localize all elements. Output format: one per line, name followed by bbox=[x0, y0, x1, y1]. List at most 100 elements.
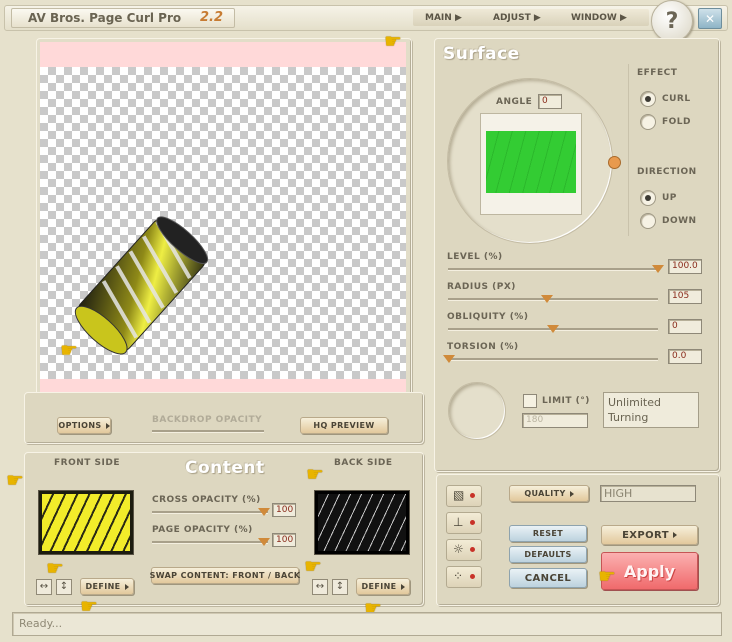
radius-label: RADIUS (PX) bbox=[447, 282, 516, 292]
menu-window[interactable]: WINDOW ▶ bbox=[571, 13, 627, 23]
export-button[interactable]: EXPORT bbox=[601, 525, 698, 545]
pointer-hand-icon: ☛ bbox=[306, 462, 324, 486]
help-button[interactable]: ? bbox=[651, 0, 693, 42]
app-version: 2.2 bbox=[200, 10, 224, 25]
torsion-label: TORSION (%) bbox=[447, 342, 519, 352]
level-slider-thumb[interactable] bbox=[652, 265, 664, 273]
down-label: DOWN bbox=[662, 216, 697, 226]
status-bar: Ready... bbox=[12, 612, 722, 636]
flip-horizontal-icon: ↔ bbox=[315, 581, 325, 592]
reset-button[interactable]: RESET bbox=[509, 525, 587, 542]
torsion-slider-thumb[interactable] bbox=[443, 355, 455, 363]
pointer-hand-icon: ☛ bbox=[598, 564, 616, 588]
cancel-button[interactable]: CANCEL bbox=[509, 568, 587, 588]
angle-input[interactable]: 0 bbox=[538, 94, 562, 109]
pointer-hand-icon: ☛ bbox=[384, 29, 402, 53]
level-slider[interactable] bbox=[448, 268, 658, 271]
curl-radio[interactable] bbox=[640, 91, 656, 107]
radius-slider[interactable] bbox=[448, 298, 658, 301]
up-label: UP bbox=[662, 193, 677, 203]
pointer-hand-icon: ☛ bbox=[60, 338, 78, 362]
limit-label: LIMIT (°) bbox=[542, 396, 590, 406]
surface-mode-button[interactable]: ▧ bbox=[446, 485, 482, 507]
defaults-button[interactable]: DEFAULTS bbox=[509, 546, 587, 563]
down-radio[interactable] bbox=[640, 213, 656, 229]
pointer-hand-icon: ☛ bbox=[46, 556, 64, 580]
menu-adjust[interactable]: ADJUST ▶ bbox=[493, 13, 541, 23]
front-side-label: FRONT SIDE bbox=[54, 458, 120, 468]
light-mode-icon: ☼ bbox=[453, 542, 464, 556]
obliquity-input[interactable]: 0 bbox=[668, 319, 702, 334]
backdrop-opacity-slider[interactable] bbox=[152, 430, 264, 433]
curled-page-preview bbox=[74, 216, 209, 355]
limit-input[interactable]: 180 bbox=[522, 413, 588, 428]
close-icon: ✕ bbox=[704, 11, 716, 26]
level-label: LEVEL (%) bbox=[447, 252, 503, 262]
limit-checkbox[interactable] bbox=[523, 394, 537, 408]
surface-mode-icon: ▧ bbox=[453, 488, 465, 502]
close-button[interactable]: ✕ bbox=[698, 8, 722, 29]
cross-opacity-input[interactable]: 100 bbox=[272, 503, 296, 517]
indicator-dot bbox=[470, 574, 475, 579]
angle-label: ANGLE bbox=[496, 97, 533, 107]
axis-mode-button[interactable]: ⊥ bbox=[446, 512, 482, 534]
direction-label: DIRECTION bbox=[637, 167, 697, 177]
cross-opacity-slider-thumb[interactable] bbox=[258, 508, 270, 516]
front-side-thumbnail[interactable] bbox=[38, 490, 134, 555]
indicator-dot bbox=[470, 520, 475, 525]
page-opacity-input[interactable]: 100 bbox=[272, 533, 296, 547]
page-opacity-slider[interactable] bbox=[152, 541, 268, 544]
limit-status: Unlimited Turning bbox=[603, 392, 699, 428]
obliquity-slider-thumb[interactable] bbox=[547, 325, 559, 333]
limit-dial[interactable] bbox=[448, 382, 506, 440]
effect-group bbox=[628, 64, 705, 236]
pointer-hand-icon: ☛ bbox=[6, 468, 24, 492]
grid-mode-button[interactable]: ⁘ bbox=[446, 566, 482, 588]
page-opacity-label: PAGE OPACITY (%) bbox=[152, 525, 253, 535]
preview-canvas[interactable] bbox=[40, 42, 406, 406]
back-flip-v-button[interactable]: ↕ bbox=[332, 579, 348, 595]
flip-vertical-icon: ↕ bbox=[59, 581, 69, 592]
indicator-dot bbox=[470, 547, 475, 552]
radius-slider-thumb[interactable] bbox=[541, 295, 553, 303]
back-define-button[interactable]: DEFINE bbox=[356, 578, 410, 595]
pointer-hand-icon: ☛ bbox=[304, 554, 322, 578]
grid-mode-icon: ⁘ bbox=[453, 569, 464, 583]
back-side-thumbnail[interactable] bbox=[314, 490, 410, 555]
title-plate: AV Bros. Page Curl Pro 2.2 bbox=[11, 8, 235, 28]
help-icon: ? bbox=[665, 8, 679, 34]
angle-handle[interactable] bbox=[608, 156, 621, 169]
torsion-input[interactable]: 0.0 bbox=[668, 349, 702, 364]
swap-content-button[interactable]: SWAP CONTENT: FRONT / BACK bbox=[150, 567, 300, 584]
quality-display: HIGH bbox=[600, 485, 696, 502]
back-flip-h-button[interactable]: ↔ bbox=[312, 579, 328, 595]
backdrop-opacity-label: BACKDROP OPACITY bbox=[152, 415, 263, 425]
light-mode-button[interactable]: ☼ bbox=[446, 539, 482, 561]
front-flip-v-button[interactable]: ↕ bbox=[56, 579, 72, 595]
cross-opacity-slider[interactable] bbox=[152, 511, 268, 514]
hq-preview-button[interactable]: HQ PREVIEW bbox=[300, 417, 388, 434]
flip-horizontal-icon: ↔ bbox=[39, 581, 49, 592]
radius-input[interactable]: 105 bbox=[668, 289, 702, 304]
curl-label: CURL bbox=[662, 94, 691, 104]
page-opacity-slider-thumb[interactable] bbox=[258, 538, 270, 546]
indicator-dot bbox=[470, 493, 475, 498]
up-radio[interactable] bbox=[640, 190, 656, 206]
fold-radio[interactable] bbox=[640, 114, 656, 130]
status-text: Ready... bbox=[19, 617, 63, 630]
front-define-button[interactable]: DEFINE bbox=[80, 578, 134, 595]
flip-vertical-icon: ↕ bbox=[335, 581, 345, 592]
surface-title: Surface bbox=[443, 44, 520, 64]
menu-main[interactable]: MAIN ▶ bbox=[425, 13, 462, 23]
fold-label: FOLD bbox=[662, 117, 692, 127]
back-side-label: BACK SIDE bbox=[334, 458, 393, 468]
surface-swatch bbox=[486, 131, 576, 193]
options-button[interactable]: OPTIONS bbox=[57, 417, 111, 434]
front-flip-h-button[interactable]: ↔ bbox=[36, 579, 52, 595]
back-side-texture bbox=[318, 494, 406, 551]
torsion-slider[interactable] bbox=[448, 358, 658, 361]
quality-button[interactable]: QUALITY bbox=[509, 485, 589, 502]
axis-mode-icon: ⊥ bbox=[453, 515, 464, 529]
effect-label: EFFECT bbox=[637, 68, 678, 78]
level-input[interactable]: 100.0 bbox=[668, 259, 702, 274]
